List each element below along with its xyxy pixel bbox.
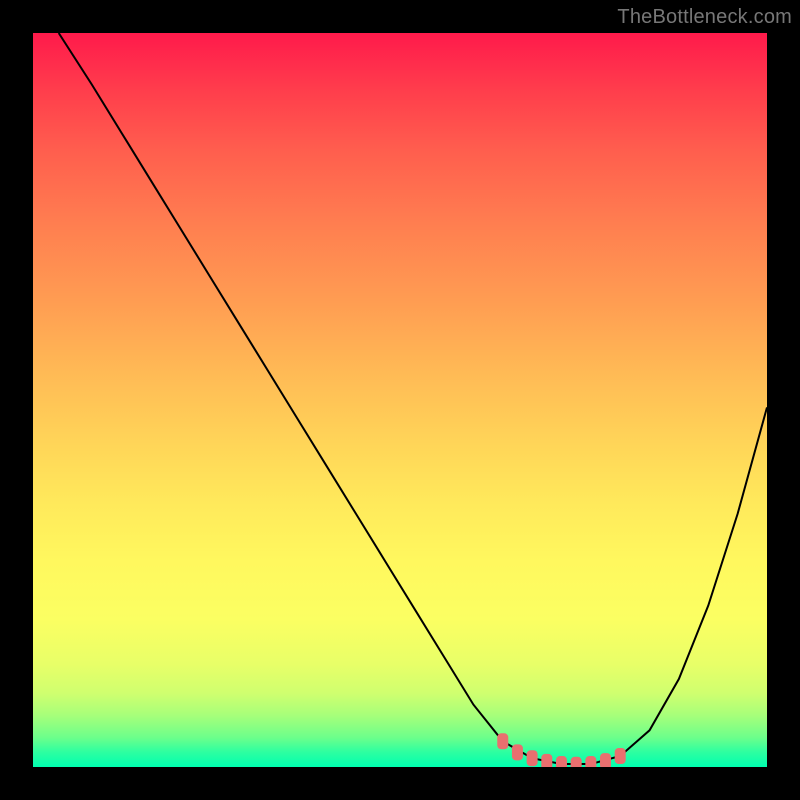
- curve-marker: [600, 753, 611, 767]
- curve-marker: [615, 748, 626, 764]
- curve-marker: [571, 757, 582, 767]
- chart-svg: [33, 33, 767, 767]
- plot-area: [33, 33, 767, 767]
- bottleneck-curve: [59, 33, 767, 764]
- watermark-text: TheBottleneck.com: [617, 6, 792, 29]
- curve-marker: [585, 756, 596, 767]
- curve-marker: [527, 750, 538, 766]
- curve-marker: [541, 754, 552, 767]
- curve-marker: [556, 756, 567, 767]
- curve-marker: [512, 744, 523, 760]
- chart-frame: TheBottleneck.com: [0, 0, 800, 800]
- marker-group: [497, 733, 625, 767]
- curve-marker: [497, 733, 508, 749]
